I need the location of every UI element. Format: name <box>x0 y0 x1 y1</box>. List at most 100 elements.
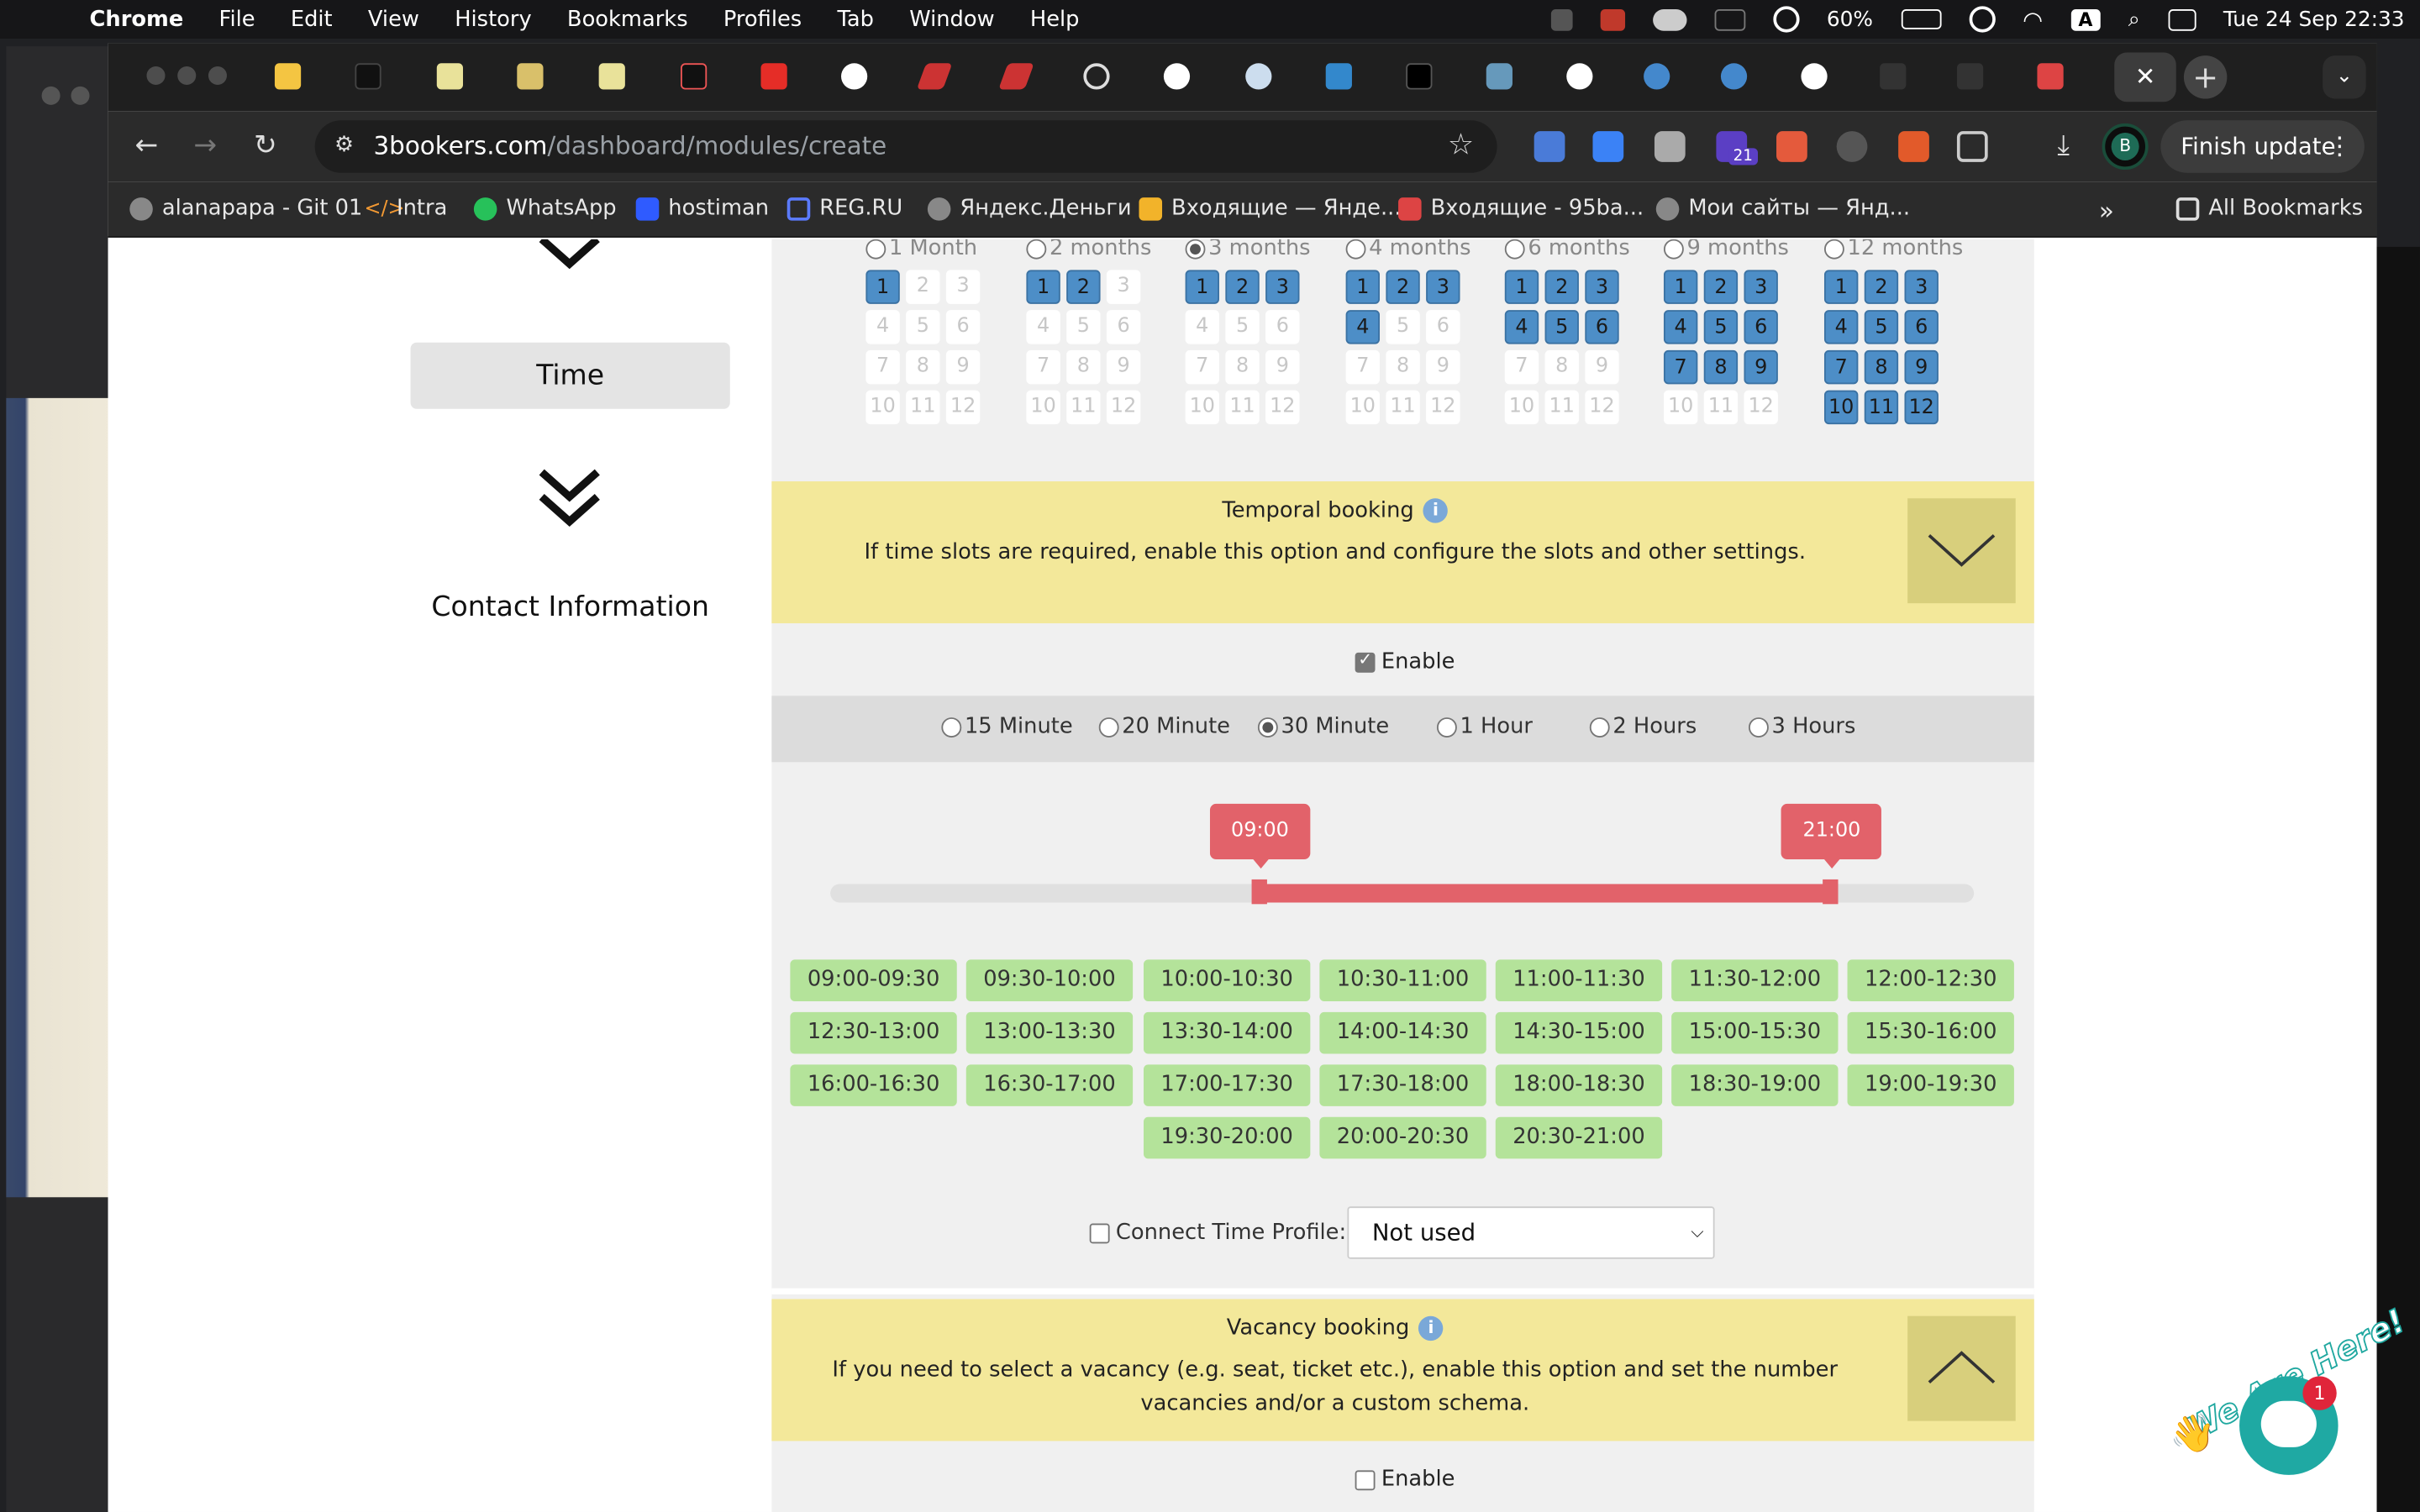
vacancy-collapse-toggle[interactable] <box>1907 1315 2016 1421</box>
window-minimize-dot[interactable] <box>177 66 197 86</box>
month-cell[interactable]: 12 <box>1904 390 1939 425</box>
month-cell[interactable]: 2 <box>1066 270 1101 304</box>
bookmark-item[interactable]: hostiman <box>635 196 769 221</box>
tab-favicon[interactable] <box>1956 63 1984 90</box>
menu-tab[interactable]: Tab <box>837 7 874 31</box>
month-cell[interactable]: 3 <box>1744 270 1778 304</box>
month-cell[interactable]: 9 <box>1585 349 1619 385</box>
time-slot[interactable]: 20:30-21:00 <box>1495 1116 1663 1159</box>
menu-file[interactable]: File <box>219 7 255 31</box>
back-arrow-icon[interactable]: ← <box>128 129 165 162</box>
time-slot[interactable]: 15:00-15:30 <box>1671 1011 1839 1054</box>
month-option-label[interactable]: 2 months <box>1026 239 1151 260</box>
time-slot[interactable]: 16:00-16:30 <box>790 1064 957 1106</box>
month-cell[interactable]: 5 <box>1544 310 1579 344</box>
month-cell[interactable]: 10 <box>1823 390 1859 425</box>
month-cell[interactable]: 6 <box>1904 310 1939 344</box>
month-cell[interactable]: 10 <box>1345 390 1381 425</box>
month-option-label[interactable]: 4 months <box>1345 239 1471 260</box>
forward-arrow-icon[interactable]: → <box>187 129 224 162</box>
month-cell[interactable]: 7 <box>1663 349 1698 385</box>
month-cell[interactable]: 8 <box>1864 349 1899 385</box>
duration-radio[interactable] <box>1748 717 1769 738</box>
month-cell[interactable]: 2 <box>1386 270 1420 304</box>
month-cell[interactable]: 11 <box>1066 390 1101 425</box>
month-cell[interactable]: 12 <box>1744 390 1778 425</box>
month-cell[interactable]: 9 <box>1426 349 1460 385</box>
time-slot[interactable]: 09:00-09:30 <box>790 959 957 1002</box>
month-cell[interactable]: 6 <box>1585 310 1619 344</box>
month-cell[interactable]: 7 <box>1345 349 1381 385</box>
menu-history[interactable]: History <box>455 7 531 31</box>
bookmark-item[interactable]: Мои сайты — Янд... <box>1655 196 1910 221</box>
month-cell[interactable]: 1 <box>1504 270 1539 304</box>
month-cell[interactable]: 3 <box>945 270 981 304</box>
finish-update-button[interactable]: Finish update ⋮ <box>2160 120 2365 173</box>
menu-profiles[interactable]: Profiles <box>723 7 802 31</box>
time-slot[interactable]: 12:30-13:00 <box>790 1011 957 1054</box>
time-slot[interactable]: 12:00-12:30 <box>1847 959 2014 1002</box>
time-slot[interactable]: 13:00-13:30 <box>965 1011 1134 1054</box>
month-cell[interactable]: 2 <box>1225 270 1260 304</box>
tab-favicon[interactable] <box>1325 63 1352 90</box>
time-slot[interactable]: 14:30-15:00 <box>1495 1011 1663 1054</box>
time-slot[interactable]: 13:30-14:00 <box>1143 1011 1311 1054</box>
time-slot[interactable]: 19:00-19:30 <box>1847 1064 2014 1106</box>
wifi-icon[interactable]: ◠ <box>2023 5 2043 33</box>
month-cell[interactable]: 2 <box>1544 270 1579 304</box>
camera-extension-icon[interactable] <box>1654 131 1686 162</box>
month-cell[interactable]: 4 <box>1663 310 1698 344</box>
month-cell[interactable]: 4 <box>865 310 900 344</box>
clock[interactable]: Tue 24 Sep 22:33 <box>2223 7 2405 31</box>
profile-avatar[interactable]: B <box>2102 123 2149 171</box>
contact-information-step[interactable]: Contact Information <box>411 591 730 623</box>
control-center-icon[interactable] <box>2167 8 2196 30</box>
month-cell[interactable]: 7 <box>1026 349 1060 385</box>
close-tab-icon[interactable]: ✕ <box>2114 52 2176 102</box>
bookmark-item[interactable]: Входящие — Янде... <box>1139 196 1402 221</box>
month-radio[interactable] <box>1504 239 1525 259</box>
time-slot[interactable]: 09:30-10:00 <box>965 959 1134 1002</box>
month-cell[interactable]: 6 <box>1106 310 1141 344</box>
duration-option[interactable]: 3 Hours <box>1748 714 1855 739</box>
connect-time-profile[interactable]: Connect Time Profile: <box>1089 1221 1346 1245</box>
month-cell[interactable]: 3 <box>1585 270 1619 304</box>
month-cell[interactable]: 11 <box>1864 390 1899 425</box>
bookmark-item[interactable]: REG.RU <box>786 196 902 221</box>
all-bookmarks[interactable]: All Bookmarks <box>2175 196 2363 221</box>
extension-icon[interactable] <box>1776 131 1807 162</box>
duration-option[interactable]: 15 Minute <box>941 714 1073 739</box>
month-cell[interactable]: 1 <box>1185 270 1219 304</box>
url-text[interactable]: 3bookers.com/dashboard/modules/create <box>373 131 886 160</box>
bookmark-item[interactable]: Яндекс.Деньги <box>927 196 1132 221</box>
temporal-enable[interactable]: Enable <box>1355 648 1455 675</box>
extension-icon[interactable] <box>1898 131 1929 162</box>
tab-favicon-google[interactable] <box>1566 63 1593 90</box>
time-profile-select[interactable]: Not used ⌵ <box>1347 1206 1715 1259</box>
tab-favicon[interactable] <box>916 63 953 90</box>
vacancy-enable[interactable]: Enable <box>1355 1467 1455 1492</box>
tab-favicon[interactable] <box>517 63 544 90</box>
duration-radio[interactable] <box>941 717 962 738</box>
month-cell[interactable]: 4 <box>1345 310 1381 344</box>
month-option-label[interactable]: 3 months <box>1185 239 1311 260</box>
bookmark-star-icon[interactable]: ☆ <box>1448 128 1474 161</box>
month-cell[interactable]: 8 <box>1225 349 1260 385</box>
month-cell[interactable]: 5 <box>1225 310 1260 344</box>
month-cell[interactable]: 11 <box>1544 390 1579 425</box>
tab-favicon[interactable] <box>1880 63 1907 90</box>
tab-favicon[interactable] <box>1720 63 1748 90</box>
time-slot[interactable]: 10:00-10:30 <box>1143 959 1311 1002</box>
tab-favicon[interactable] <box>1245 63 1272 90</box>
range-end-handle[interactable] <box>1823 879 1839 905</box>
month-cell[interactable]: 1 <box>1663 270 1698 304</box>
month-cell[interactable]: 3 <box>1265 270 1300 304</box>
time-slot[interactable]: 11:30-12:00 <box>1671 959 1839 1002</box>
menu-bookmarks[interactable]: Bookmarks <box>567 7 688 31</box>
month-cell[interactable]: 4 <box>1026 310 1060 344</box>
duration-radio[interactable] <box>1589 717 1610 738</box>
month-cell[interactable]: 1 <box>1345 270 1381 304</box>
time-slot[interactable]: 20:00-20:30 <box>1319 1116 1486 1159</box>
time-slot[interactable]: 17:00-17:30 <box>1143 1064 1311 1106</box>
month-cell[interactable]: 2 <box>1864 270 1899 304</box>
